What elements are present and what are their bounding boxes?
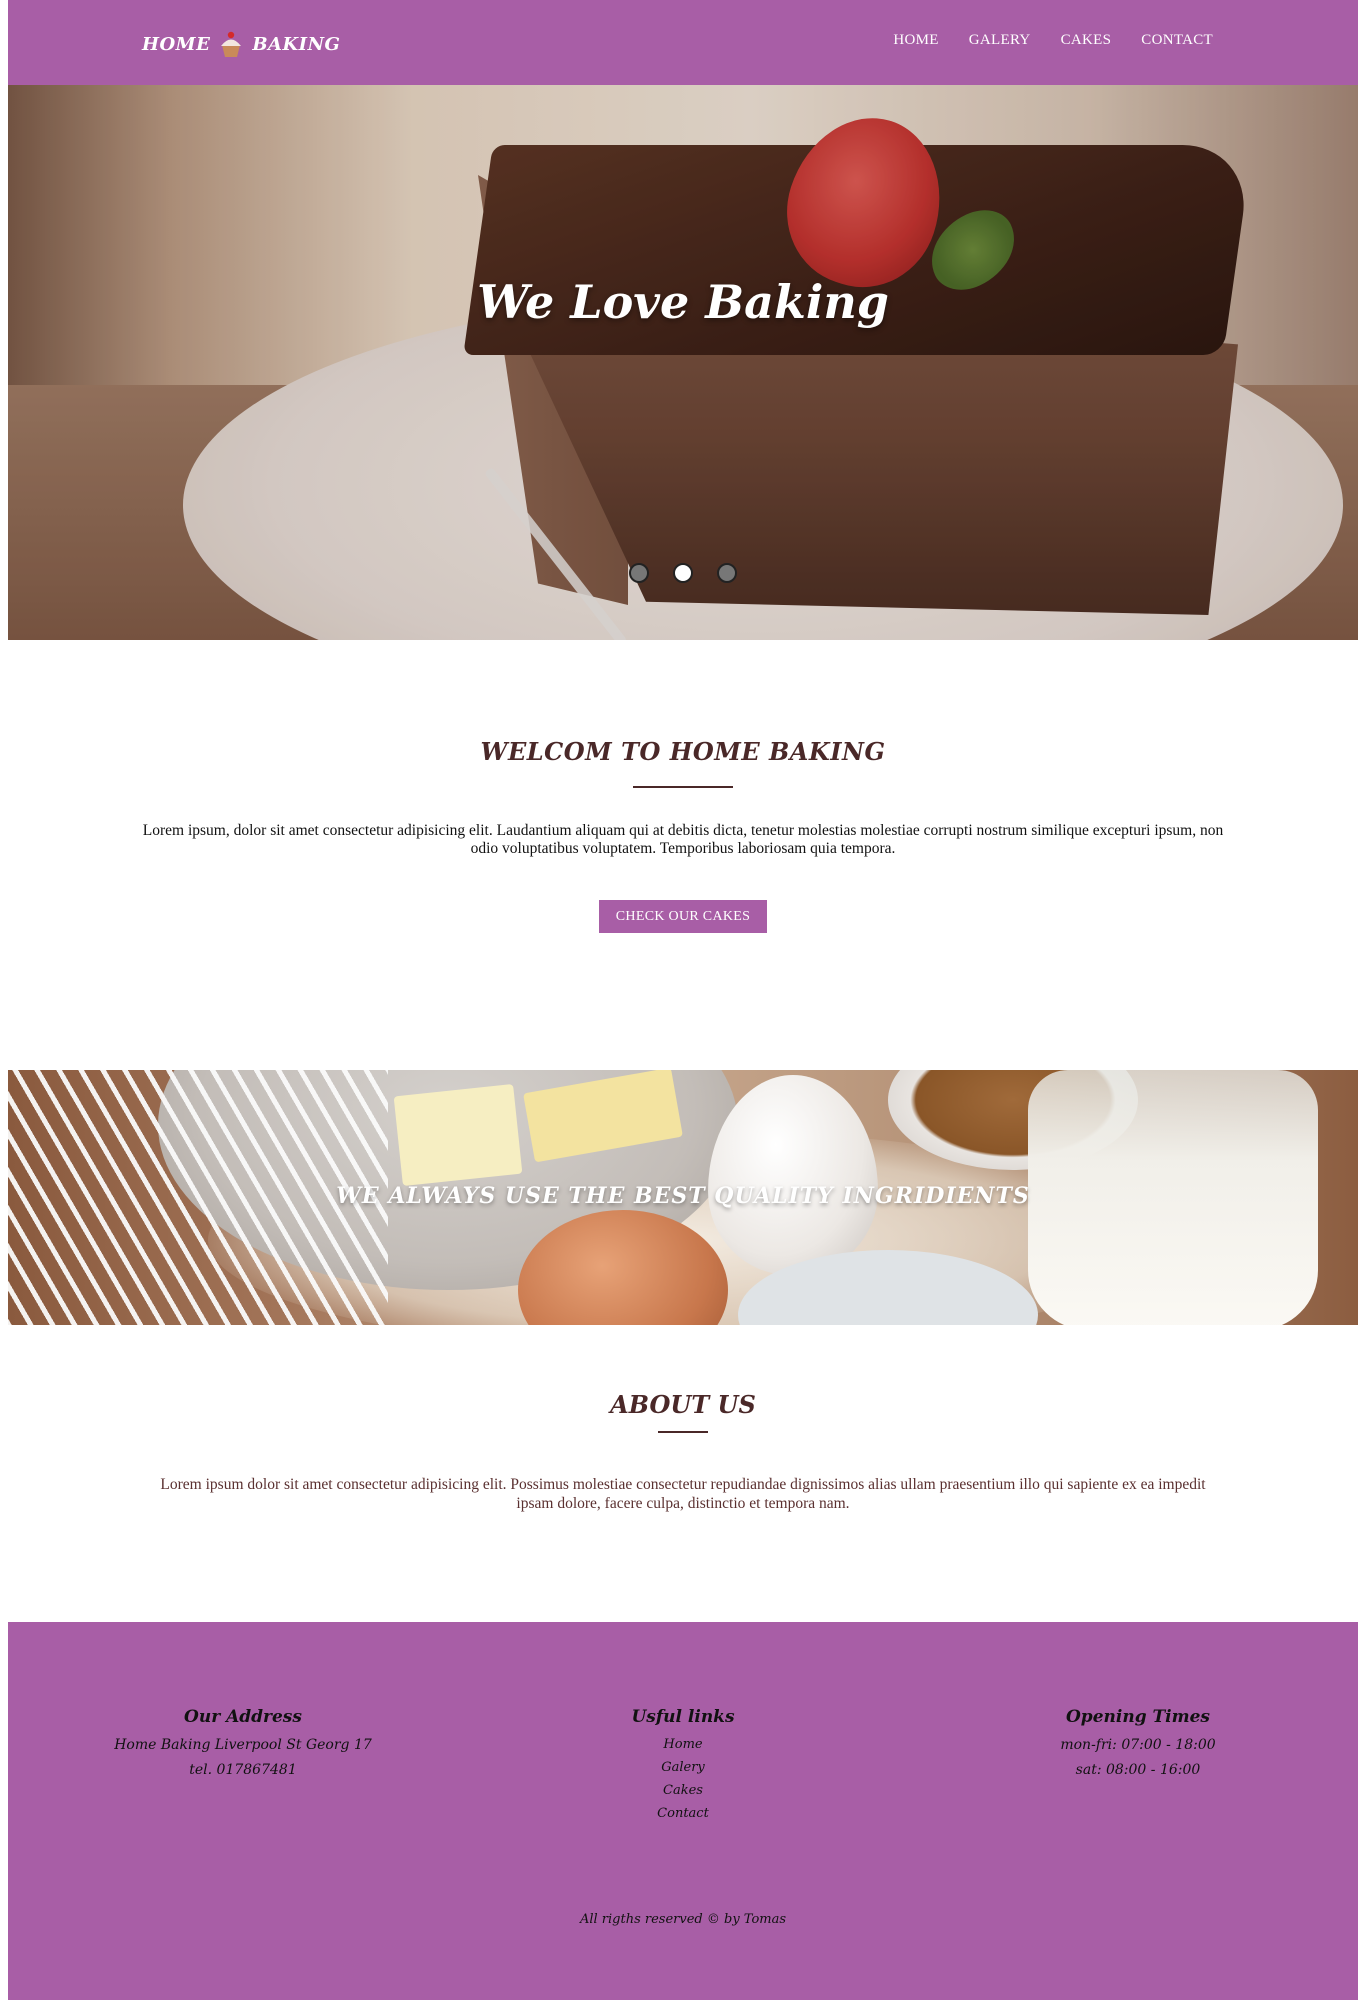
footer-hours: Opening Times mon-fri: 07:00 - 18:00 sat… [1008,1707,1268,1783]
logo-text-home: HOME [142,33,211,55]
page: HOME BAKING HOME GALERY CAKES CONTACT We… [8,0,1358,2000]
hero-carousel: We Love Baking [8,85,1358,640]
welcome-text: Lorem ipsum, dolor sit amet consectetur … [142,822,1224,857]
footer-hours-title: Opening Times [1066,1707,1210,1727]
nav-home-link[interactable]: HOME [893,32,938,49]
footer-phone: tel. 017867481 [189,1762,297,1778]
footer-links: Usful links Home Galery Cakes Contact [583,1707,783,1825]
footer-link-cakes[interactable]: Cakes [583,1779,783,1802]
carousel-dot-3[interactable] [717,563,737,583]
hero-title: We Love Baking [477,275,889,329]
about-text: Lorem ipsum dolor sit amet consectetur a… [160,1476,1206,1512]
footer-links-title: Usful links [631,1707,735,1727]
welcome-divider [633,786,733,788]
ingredients-banner: WE ALWAYS USE THE BEST QUALITY INGRIDIEN… [8,1070,1358,1325]
carousel-dot-1[interactable] [629,563,649,583]
nav-galery-link[interactable]: GALERY [969,32,1031,49]
nav-links: HOME GALERY CAKES CONTACT [893,32,1213,49]
footer: Our Address Home Baking Liverpool St Geo… [8,1622,1358,2000]
footer-address-line: Home Baking Liverpool St Georg 17 [114,1737,372,1753]
carousel-dot-2[interactable] [673,563,693,583]
carousel-indicators [8,563,1358,583]
nav-cakes-link[interactable]: CAKES [1061,32,1112,49]
about-divider [658,1431,708,1433]
footer-hours-saturday: sat: 08:00 - 16:00 [1075,1762,1201,1778]
footer-link-home[interactable]: Home [583,1733,783,1756]
banner-title: WE ALWAYS USE THE BEST QUALITY INGRIDIEN… [336,1183,1030,1209]
about-title: ABOUT US [610,1390,756,1419]
footer-address: Our Address Home Baking Liverpool St Geo… [98,1707,388,1783]
footer-copyright: All rigths reserved © by Tomas [579,1912,787,1927]
welcome-title: WELCOM TO HOME BAKING [480,737,886,766]
footer-address-title: Our Address [184,1707,302,1727]
logo-text-baking: BAKING [252,33,341,55]
footer-link-galery[interactable]: Galery [583,1756,783,1779]
check-cakes-button[interactable]: CHECK OUR CAKES [599,900,767,933]
logo[interactable]: HOME BAKING [142,26,340,62]
hero-overlay [8,85,1358,640]
cupcake-icon [216,29,246,59]
footer-link-contact[interactable]: Contact [583,1802,783,1825]
navbar: HOME BAKING HOME GALERY CAKES CONTACT [8,0,1358,85]
nav-contact-link[interactable]: CONTACT [1141,32,1213,49]
footer-hours-weekdays: mon-fri: 07:00 - 18:00 [1060,1737,1216,1753]
banner-butter-1 [393,1083,523,1187]
